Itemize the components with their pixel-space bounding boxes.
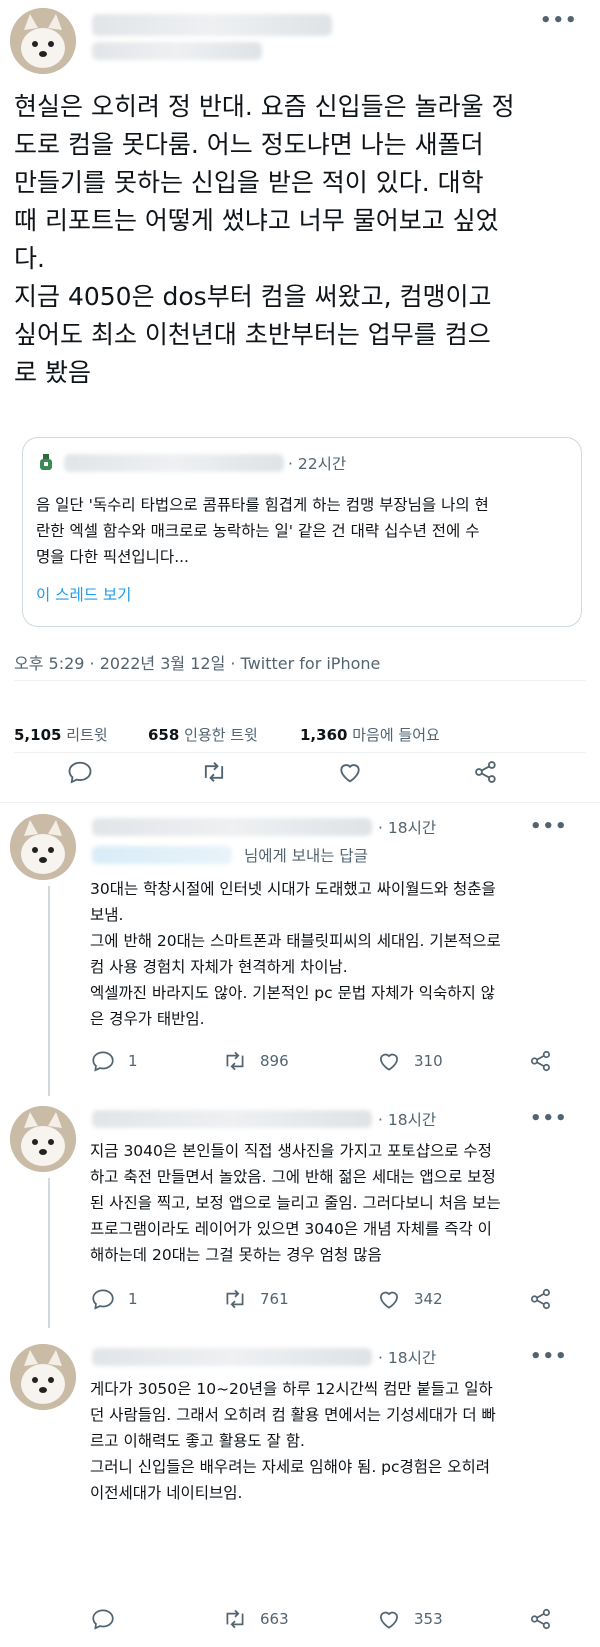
reply-icon bbox=[92, 1609, 114, 1630]
divider bbox=[0, 802, 600, 803]
reply-button[interactable]: 1 bbox=[90, 1048, 138, 1074]
dog-avatar-icon bbox=[10, 814, 76, 880]
share-button[interactable] bbox=[528, 1286, 554, 1312]
more-icon[interactable]: ••• bbox=[530, 816, 568, 837]
quoted-text: 음 일단 '독수리 타법으로 콤퓨타를 힘겹게 하는 컴맹 부장님을 나의 현 … bbox=[36, 496, 489, 566]
like-icon bbox=[340, 764, 360, 783]
author-name-blurred bbox=[92, 14, 332, 36]
share-icon bbox=[530, 1288, 550, 1310]
retweet-icon bbox=[226, 1051, 244, 1071]
likes-count: 1,360 bbox=[300, 726, 348, 744]
divider bbox=[14, 752, 586, 753]
like-button[interactable] bbox=[336, 758, 364, 786]
like-icon bbox=[380, 1291, 398, 1309]
reply-time: · 18시간 bbox=[378, 1111, 437, 1129]
reply-icon bbox=[92, 1289, 114, 1310]
like-count: 342 bbox=[414, 1290, 443, 1308]
reply-time: · 18시간 bbox=[378, 819, 437, 837]
view-thread-link[interactable]: 이 스레드 보기 bbox=[36, 583, 131, 605]
like-button[interactable]: 342 bbox=[376, 1286, 443, 1312]
dog-avatar-icon bbox=[10, 1106, 76, 1172]
reply-action-bar: 1 896 310 bbox=[90, 1048, 570, 1078]
quoted-time: · 22시간 bbox=[288, 455, 347, 473]
tweet-timestamp[interactable]: 오후 5:29 · 2022년 3월 12일 · Twitter for iPh… bbox=[14, 650, 380, 674]
dog-avatar-icon bbox=[10, 8, 76, 74]
share-icon bbox=[475, 761, 496, 783]
reply-text: 게다가 3050은 10~20년을 하루 12시간씩 컴만 붙들고 일하 던 사… bbox=[90, 1380, 496, 1502]
author-handle-blurred bbox=[92, 42, 262, 60]
retweets-stat[interactable]: 5,105 리트윗 bbox=[14, 724, 108, 745]
like-button[interactable]: 353 bbox=[376, 1606, 443, 1632]
reply-avatar[interactable] bbox=[10, 814, 76, 880]
reply-text: 지금 3040은 본인들이 직접 생사진을 가지고 포토샵으로 수정 하고 축전… bbox=[90, 1142, 501, 1264]
share-button[interactable] bbox=[528, 1048, 554, 1074]
retweet-button[interactable]: 663 bbox=[222, 1606, 289, 1632]
retweet-button[interactable] bbox=[200, 758, 228, 786]
like-icon bbox=[380, 1611, 398, 1629]
share-icon bbox=[530, 1050, 550, 1072]
tweet-text: 현실은 오히려 정 반대. 요즘 신입들은 놀라울 정 도로 컴을 못다룸. 어… bbox=[14, 92, 515, 387]
retweet-count: 896 bbox=[260, 1052, 289, 1070]
reply-to-label: 님에게 보내는 답글 bbox=[244, 847, 368, 865]
like-count: 353 bbox=[414, 1610, 443, 1628]
reply-action-bar: 663 353 bbox=[90, 1606, 570, 1636]
reply-author-blurred bbox=[92, 1348, 372, 1366]
divider bbox=[14, 680, 586, 681]
reply-author-blurred bbox=[92, 818, 372, 836]
reply-time: · 18시간 bbox=[378, 1349, 437, 1367]
dog-avatar-icon bbox=[10, 1344, 76, 1410]
share-icon bbox=[530, 1608, 550, 1630]
retweet-icon bbox=[226, 1609, 244, 1629]
like-count: 310 bbox=[414, 1052, 443, 1070]
like-icon bbox=[380, 1053, 398, 1071]
like-button[interactable]: 310 bbox=[376, 1048, 443, 1074]
reply-action-bar: 1 761 342 bbox=[90, 1286, 570, 1316]
retweet-icon bbox=[204, 762, 224, 782]
reply-count: 1 bbox=[128, 1290, 138, 1308]
quotes-label: 인용한 트윗 bbox=[184, 726, 258, 744]
retweet-count: 663 bbox=[260, 1610, 289, 1628]
retweet-icon bbox=[226, 1289, 244, 1309]
reply-icon bbox=[68, 761, 92, 784]
reply-avatar[interactable] bbox=[10, 1344, 76, 1410]
reply-count: 1 bbox=[128, 1052, 138, 1070]
likes-stat[interactable]: 1,360 마음에 들어요 bbox=[300, 724, 440, 745]
reply-author-blurred bbox=[92, 1110, 372, 1128]
quotes-count: 658 bbox=[148, 726, 180, 744]
share-button[interactable] bbox=[472, 758, 500, 786]
retweet-count: 761 bbox=[260, 1290, 289, 1308]
likes-label: 마음에 들어요 bbox=[352, 726, 440, 744]
more-icon[interactable]: ••• bbox=[540, 10, 578, 31]
more-icon[interactable]: ••• bbox=[530, 1108, 568, 1129]
reply-button[interactable] bbox=[90, 1606, 116, 1632]
thread-line bbox=[48, 886, 50, 1096]
reply-to-blurred bbox=[92, 846, 232, 864]
reply-text: 30대는 학창시절에 인터넷 시대가 도래했고 싸이월드와 청춘을 보냄. 그에… bbox=[90, 880, 501, 1028]
share-button[interactable] bbox=[528, 1606, 554, 1632]
quoted-avatar bbox=[36, 452, 56, 472]
reply-button[interactable] bbox=[66, 758, 94, 786]
retweet-button[interactable]: 761 bbox=[222, 1286, 289, 1312]
reply-avatar[interactable] bbox=[10, 1106, 76, 1172]
reply-icon bbox=[92, 1051, 114, 1072]
reply-button[interactable]: 1 bbox=[90, 1286, 138, 1312]
quotes-stat[interactable]: 658 인용한 트윗 bbox=[148, 724, 258, 745]
quoted-author-blurred bbox=[64, 454, 284, 472]
retweets-label: 리트윗 bbox=[66, 726, 108, 744]
quoted-avatar-icon bbox=[40, 454, 52, 470]
author-avatar[interactable] bbox=[10, 8, 76, 74]
retweets-count: 5,105 bbox=[14, 726, 62, 744]
retweet-button[interactable]: 896 bbox=[222, 1048, 289, 1074]
more-icon[interactable]: ••• bbox=[530, 1346, 568, 1367]
thread-line bbox=[48, 1178, 50, 1328]
